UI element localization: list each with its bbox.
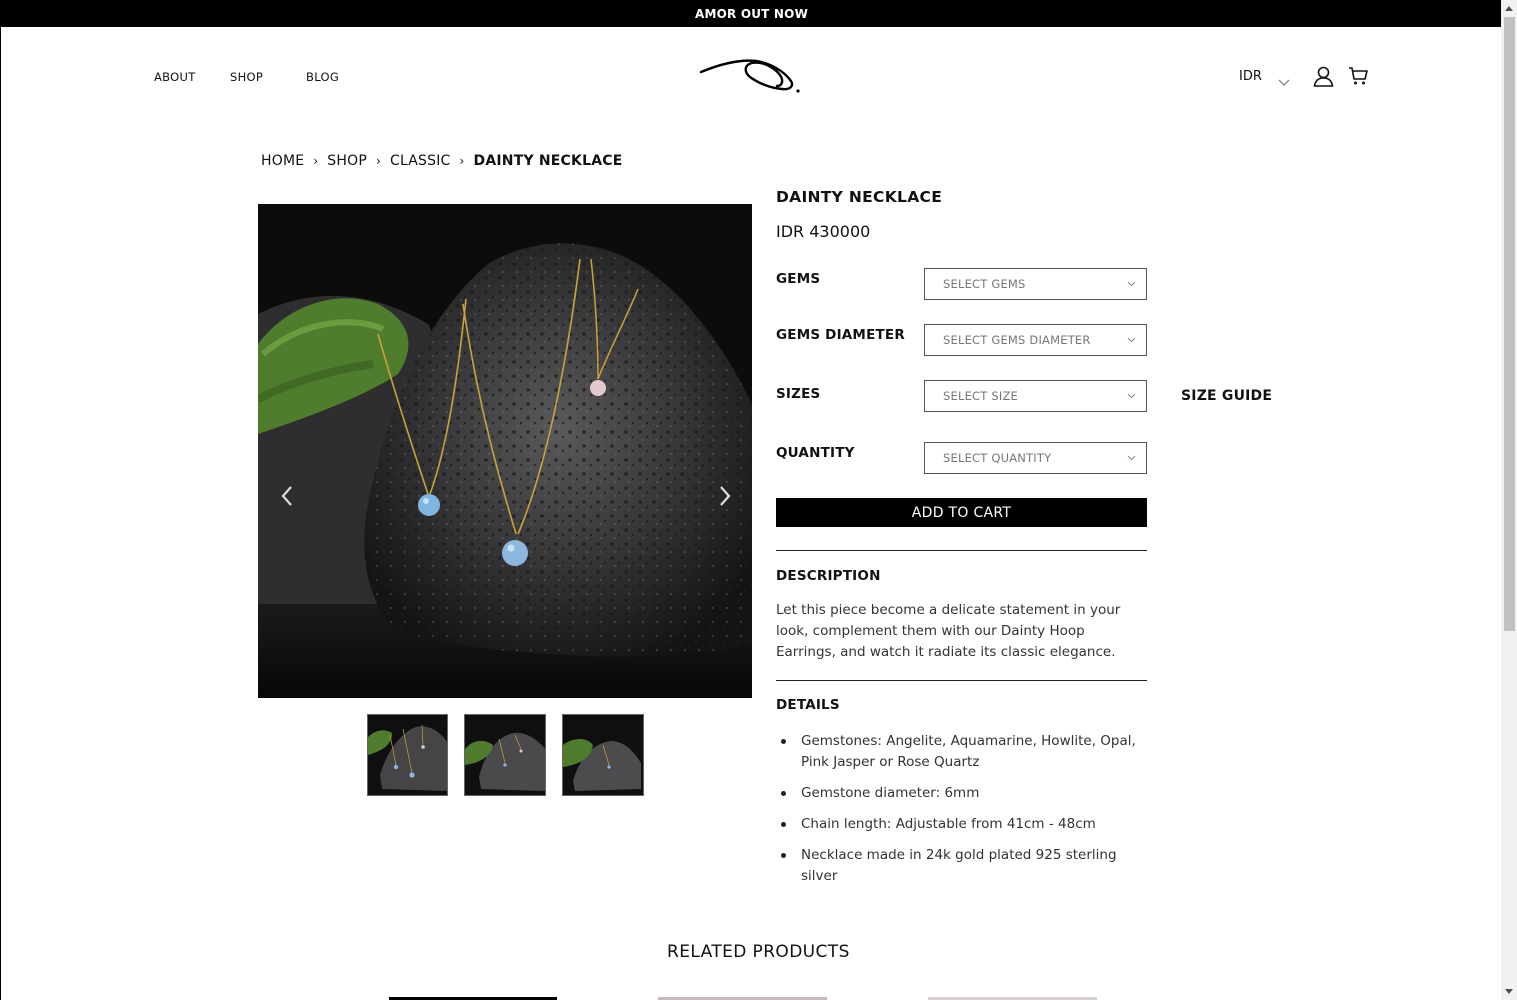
- scrollbar[interactable]: [1501, 0, 1517, 1000]
- quantity-label: QUANTITY: [776, 445, 855, 461]
- add-to-cart-button[interactable]: ADD TO CART: [776, 498, 1147, 527]
- gems-select[interactable]: SELECT GEMS: [924, 268, 1147, 300]
- related-products-heading: RELATED PRODUCTS: [667, 942, 850, 962]
- size-select[interactable]: SELECT SIZE: [924, 380, 1147, 412]
- scroll-down-icon[interactable]: [1505, 989, 1513, 994]
- divider: [776, 550, 1147, 551]
- nav-about[interactable]: ABOUT: [154, 70, 196, 84]
- details-heading: DETAILS: [776, 697, 840, 713]
- description-heading: DESCRIPTION: [776, 568, 881, 584]
- cart-icon[interactable]: [1348, 66, 1368, 90]
- announcement-text[interactable]: AMOR OUT NOW: [695, 7, 808, 21]
- breadcrumb-home[interactable]: HOME: [261, 153, 304, 169]
- scrollbar-thumb[interactable]: [1504, 17, 1515, 631]
- product-thumbnail[interactable]: [562, 714, 644, 796]
- product-price: IDR 430000: [776, 222, 871, 241]
- chevron-down-icon: [1127, 455, 1136, 461]
- brand-logo[interactable]: [698, 53, 804, 99]
- list-item: Gemstone diameter: 6mm: [776, 783, 1148, 804]
- user-icon[interactable]: [1313, 66, 1334, 91]
- nav-shop[interactable]: SHOP: [230, 70, 263, 84]
- chevron-right-icon: ›: [313, 154, 319, 168]
- chevron-down-icon[interactable]: [1278, 72, 1290, 91]
- chevron-down-icon: [1127, 393, 1136, 399]
- chevron-right-icon: ›: [375, 154, 381, 168]
- breadcrumb-classic[interactable]: CLASSIC: [390, 153, 451, 169]
- announcement-bar[interactable]: AMOR OUT NOW: [1, 0, 1501, 27]
- details-list: Gemstones: Angelite, Aquamarine, Howlite…: [776, 731, 1148, 897]
- carousel-prev-button[interactable]: [278, 483, 298, 509]
- quantity-select[interactable]: SELECT QUANTITY: [924, 442, 1147, 474]
- chevron-down-icon: [1127, 337, 1136, 343]
- breadcrumb-shop[interactable]: SHOP: [327, 153, 367, 169]
- list-item: Necklace made in 24k gold plated 925 ste…: [776, 845, 1148, 887]
- product-thumbnail[interactable]: [464, 714, 546, 796]
- gems-label: GEMS: [776, 271, 821, 287]
- product-main-image[interactable]: [258, 204, 752, 698]
- description-text: Let this piece become a delicate stateme…: [776, 602, 1121, 660]
- list-item: Chain length: Adjustable from 41cm - 48c…: [776, 814, 1148, 835]
- product-title: DAINTY NECKLACE: [776, 188, 943, 206]
- list-item: Gemstones: Angelite, Aquamarine, Howlite…: [776, 731, 1148, 773]
- nav-blog[interactable]: BLOG: [306, 70, 339, 84]
- currency-select[interactable]: IDR: [1239, 69, 1262, 84]
- sizes-label: SIZES: [776, 386, 821, 402]
- page: AMOR OUT NOW ABOUT SHOP BLOG IDR HOME › …: [0, 0, 1501, 1000]
- gems-diameter-select[interactable]: SELECT GEMS DIAMETER: [924, 324, 1147, 356]
- breadcrumb: HOME › SHOP › CLASSIC › DAINTY NECKLACE: [261, 153, 622, 169]
- gems-select-value: SELECT GEMS: [943, 277, 1026, 291]
- chevron-right-icon: ›: [459, 154, 465, 168]
- quantity-select-value: SELECT QUANTITY: [943, 451, 1052, 465]
- gems-diameter-select-value: SELECT GEMS DIAMETER: [943, 333, 1091, 347]
- size-select-value: SELECT SIZE: [943, 389, 1018, 403]
- breadcrumb-current: DAINTY NECKLACE: [473, 153, 623, 169]
- gems-diameter-label: GEMS DIAMETER: [776, 327, 905, 343]
- chevron-down-icon: [1127, 281, 1136, 287]
- product-thumbnail[interactable]: [367, 714, 448, 796]
- scroll-up-icon[interactable]: [1505, 6, 1513, 11]
- carousel-next-button[interactable]: [714, 483, 734, 509]
- divider: [776, 680, 1147, 681]
- size-guide-link[interactable]: SIZE GUIDE: [1181, 388, 1272, 404]
